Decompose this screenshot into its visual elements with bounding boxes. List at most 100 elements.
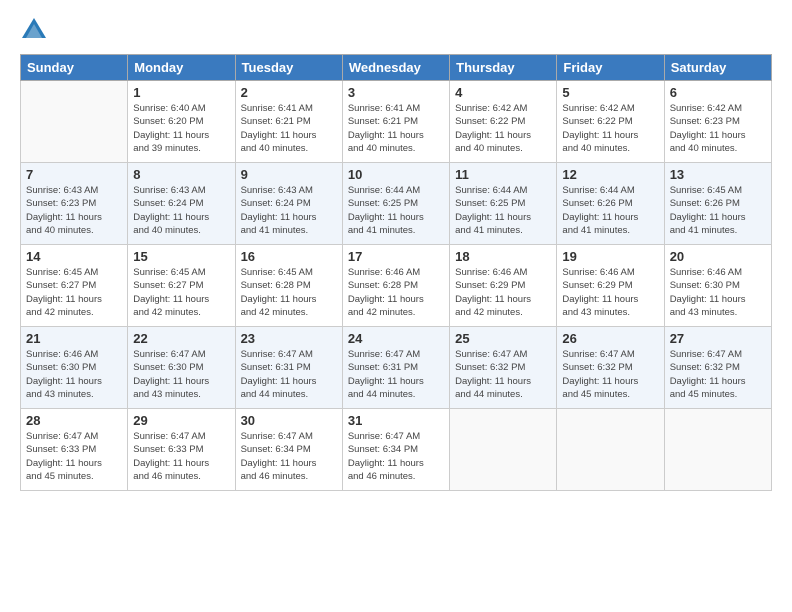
day-info: Sunrise: 6:47 AMSunset: 6:31 PMDaylight:… bbox=[241, 348, 337, 401]
day-info: Sunrise: 6:41 AMSunset: 6:21 PMDaylight:… bbox=[241, 102, 337, 155]
day-info: Sunrise: 6:47 AMSunset: 6:32 PMDaylight:… bbox=[455, 348, 551, 401]
calendar-week-5: 28 Sunrise: 6:47 AMSunset: 6:33 PMDayligh… bbox=[21, 409, 772, 491]
day-number: 29 bbox=[133, 413, 229, 428]
calendar-cell: 4 Sunrise: 6:42 AMSunset: 6:22 PMDaylight… bbox=[450, 81, 557, 163]
calendar-cell: 31 Sunrise: 6:47 AMSunset: 6:34 PMDayligh… bbox=[342, 409, 449, 491]
day-number: 26 bbox=[562, 331, 658, 346]
calendar-cell: 17 Sunrise: 6:46 AMSunset: 6:28 PMDayligh… bbox=[342, 245, 449, 327]
day-number: 31 bbox=[348, 413, 444, 428]
calendar-cell bbox=[557, 409, 664, 491]
day-info: Sunrise: 6:41 AMSunset: 6:21 PMDaylight:… bbox=[348, 102, 444, 155]
day-number: 15 bbox=[133, 249, 229, 264]
day-info: Sunrise: 6:42 AMSunset: 6:22 PMDaylight:… bbox=[455, 102, 551, 155]
calendar-cell: 8 Sunrise: 6:43 AMSunset: 6:24 PMDaylight… bbox=[128, 163, 235, 245]
day-number: 12 bbox=[562, 167, 658, 182]
calendar-cell: 3Sunrise: 6:41 AMSunset: 6:21 PMDaylight… bbox=[342, 81, 449, 163]
day-info: Sunrise: 6:45 AMSunset: 6:28 PMDaylight:… bbox=[241, 266, 337, 319]
day-info: Sunrise: 6:44 AMSunset: 6:26 PMDaylight:… bbox=[562, 184, 658, 237]
day-number: 7 bbox=[26, 167, 122, 182]
day-number: 27 bbox=[670, 331, 766, 346]
calendar-cell: 22Sunrise: 6:47 AMSunset: 6:30 PMDayligh… bbox=[128, 327, 235, 409]
day-number: 21 bbox=[26, 331, 122, 346]
day-number: 13 bbox=[670, 167, 766, 182]
calendar-header-saturday: Saturday bbox=[664, 55, 771, 81]
day-info: Sunrise: 6:47 AMSunset: 6:34 PMDaylight:… bbox=[348, 430, 444, 483]
day-info: Sunrise: 6:47 AMSunset: 6:33 PMDaylight:… bbox=[26, 430, 122, 483]
calendar-week-2: 7 Sunrise: 6:43 AMSunset: 6:23 PMDaylight… bbox=[21, 163, 772, 245]
day-info: Sunrise: 6:47 AMSunset: 6:32 PMDaylight:… bbox=[562, 348, 658, 401]
calendar-cell: 18 Sunrise: 6:46 AMSunset: 6:29 PMDayligh… bbox=[450, 245, 557, 327]
calendar-cell: 15 Sunrise: 6:45 AMSunset: 6:27 PMDayligh… bbox=[128, 245, 235, 327]
day-info: Sunrise: 6:46 AMSunset: 6:30 PMDaylight:… bbox=[670, 266, 766, 319]
calendar-cell: 30 Sunrise: 6:47 AMSunset: 6:34 PMDayligh… bbox=[235, 409, 342, 491]
calendar-cell: 9 Sunrise: 6:43 AMSunset: 6:24 PMDaylight… bbox=[235, 163, 342, 245]
calendar-week-4: 21 Sunrise: 6:46 AMSunset: 6:30 PMDayligh… bbox=[21, 327, 772, 409]
day-number: 16 bbox=[241, 249, 337, 264]
day-info: Sunrise: 6:42 AMSunset: 6:23 PMDaylight:… bbox=[670, 102, 766, 155]
calendar-cell bbox=[664, 409, 771, 491]
calendar-cell: 12 Sunrise: 6:44 AMSunset: 6:26 PMDayligh… bbox=[557, 163, 664, 245]
day-info: Sunrise: 6:43 AMSunset: 6:23 PMDaylight:… bbox=[26, 184, 122, 237]
logo bbox=[20, 16, 52, 44]
day-info: Sunrise: 6:42 AMSunset: 6:22 PMDaylight:… bbox=[562, 102, 658, 155]
calendar-header-row: SundayMondayTuesdayWednesdayThursdayFrid… bbox=[21, 55, 772, 81]
calendar-cell: 11Sunrise: 6:44 AMSunset: 6:25 PMDayligh… bbox=[450, 163, 557, 245]
calendar-cell bbox=[21, 81, 128, 163]
calendar-cell: 19Sunrise: 6:46 AMSunset: 6:29 PMDayligh… bbox=[557, 245, 664, 327]
calendar-header-tuesday: Tuesday bbox=[235, 55, 342, 81]
day-number: 4 bbox=[455, 85, 551, 100]
calendar-cell: 29 Sunrise: 6:47 AMSunset: 6:33 PMDayligh… bbox=[128, 409, 235, 491]
calendar-cell: 27 Sunrise: 6:47 AMSunset: 6:32 PMDayligh… bbox=[664, 327, 771, 409]
day-number: 20 bbox=[670, 249, 766, 264]
calendar-cell: 2 Sunrise: 6:41 AMSunset: 6:21 PMDaylight… bbox=[235, 81, 342, 163]
day-info: Sunrise: 6:45 AMSunset: 6:27 PMDaylight:… bbox=[133, 266, 229, 319]
day-info: Sunrise: 6:47 AMSunset: 6:34 PMDaylight:… bbox=[241, 430, 337, 483]
logo-icon bbox=[20, 16, 48, 44]
day-info: Sunrise: 6:43 AMSunset: 6:24 PMDaylight:… bbox=[133, 184, 229, 237]
day-info: Sunrise: 6:44 AMSunset: 6:25 PMDaylight:… bbox=[348, 184, 444, 237]
day-number: 5 bbox=[562, 85, 658, 100]
calendar-cell: 13 Sunrise: 6:45 AMSunset: 6:26 PMDayligh… bbox=[664, 163, 771, 245]
calendar-cell: 28 Sunrise: 6:47 AMSunset: 6:33 PMDayligh… bbox=[21, 409, 128, 491]
day-info: Sunrise: 6:43 AMSunset: 6:24 PMDaylight:… bbox=[241, 184, 337, 237]
day-info: Sunrise: 6:45 AMSunset: 6:26 PMDaylight:… bbox=[670, 184, 766, 237]
day-number: 6 bbox=[670, 85, 766, 100]
calendar-cell: 20 Sunrise: 6:46 AMSunset: 6:30 PMDayligh… bbox=[664, 245, 771, 327]
day-info: Sunrise: 6:46 AMSunset: 6:30 PMDaylight:… bbox=[26, 348, 122, 401]
day-number: 17 bbox=[348, 249, 444, 264]
day-number: 30 bbox=[241, 413, 337, 428]
day-number: 25 bbox=[455, 331, 551, 346]
day-number: 28 bbox=[26, 413, 122, 428]
calendar-cell: 10Sunrise: 6:44 AMSunset: 6:25 PMDayligh… bbox=[342, 163, 449, 245]
calendar-cell: 1Sunrise: 6:40 AMSunset: 6:20 PMDaylight… bbox=[128, 81, 235, 163]
day-number: 24 bbox=[348, 331, 444, 346]
day-info: Sunrise: 6:47 AMSunset: 6:31 PMDaylight:… bbox=[348, 348, 444, 401]
calendar-cell: 16 Sunrise: 6:45 AMSunset: 6:28 PMDayligh… bbox=[235, 245, 342, 327]
day-info: Sunrise: 6:47 AMSunset: 6:32 PMDaylight:… bbox=[670, 348, 766, 401]
day-info: Sunrise: 6:47 AMSunset: 6:30 PMDaylight:… bbox=[133, 348, 229, 401]
page: SundayMondayTuesdayWednesdayThursdayFrid… bbox=[0, 0, 792, 612]
calendar-header-sunday: Sunday bbox=[21, 55, 128, 81]
day-info: Sunrise: 6:46 AMSunset: 6:29 PMDaylight:… bbox=[562, 266, 658, 319]
calendar-cell: 14Sunrise: 6:45 AMSunset: 6:27 PMDayligh… bbox=[21, 245, 128, 327]
calendar-cell: 21 Sunrise: 6:46 AMSunset: 6:30 PMDayligh… bbox=[21, 327, 128, 409]
day-info: Sunrise: 6:46 AMSunset: 6:28 PMDaylight:… bbox=[348, 266, 444, 319]
day-number: 18 bbox=[455, 249, 551, 264]
calendar-cell bbox=[450, 409, 557, 491]
day-info: Sunrise: 6:44 AMSunset: 6:25 PMDaylight:… bbox=[455, 184, 551, 237]
calendar-header-friday: Friday bbox=[557, 55, 664, 81]
day-number: 23 bbox=[241, 331, 337, 346]
calendar-table: SundayMondayTuesdayWednesdayThursdayFrid… bbox=[20, 54, 772, 491]
calendar-header-monday: Monday bbox=[128, 55, 235, 81]
day-info: Sunrise: 6:40 AMSunset: 6:20 PMDaylight:… bbox=[133, 102, 229, 155]
calendar-header-wednesday: Wednesday bbox=[342, 55, 449, 81]
day-info: Sunrise: 6:46 AMSunset: 6:29 PMDaylight:… bbox=[455, 266, 551, 319]
day-number: 2 bbox=[241, 85, 337, 100]
calendar-week-3: 14Sunrise: 6:45 AMSunset: 6:27 PMDayligh… bbox=[21, 245, 772, 327]
day-number: 8 bbox=[133, 167, 229, 182]
day-number: 9 bbox=[241, 167, 337, 182]
header bbox=[20, 16, 772, 44]
day-info: Sunrise: 6:47 AMSunset: 6:33 PMDaylight:… bbox=[133, 430, 229, 483]
calendar-cell: 24 Sunrise: 6:47 AMSunset: 6:31 PMDayligh… bbox=[342, 327, 449, 409]
calendar-cell: 5 Sunrise: 6:42 AMSunset: 6:22 PMDaylight… bbox=[557, 81, 664, 163]
